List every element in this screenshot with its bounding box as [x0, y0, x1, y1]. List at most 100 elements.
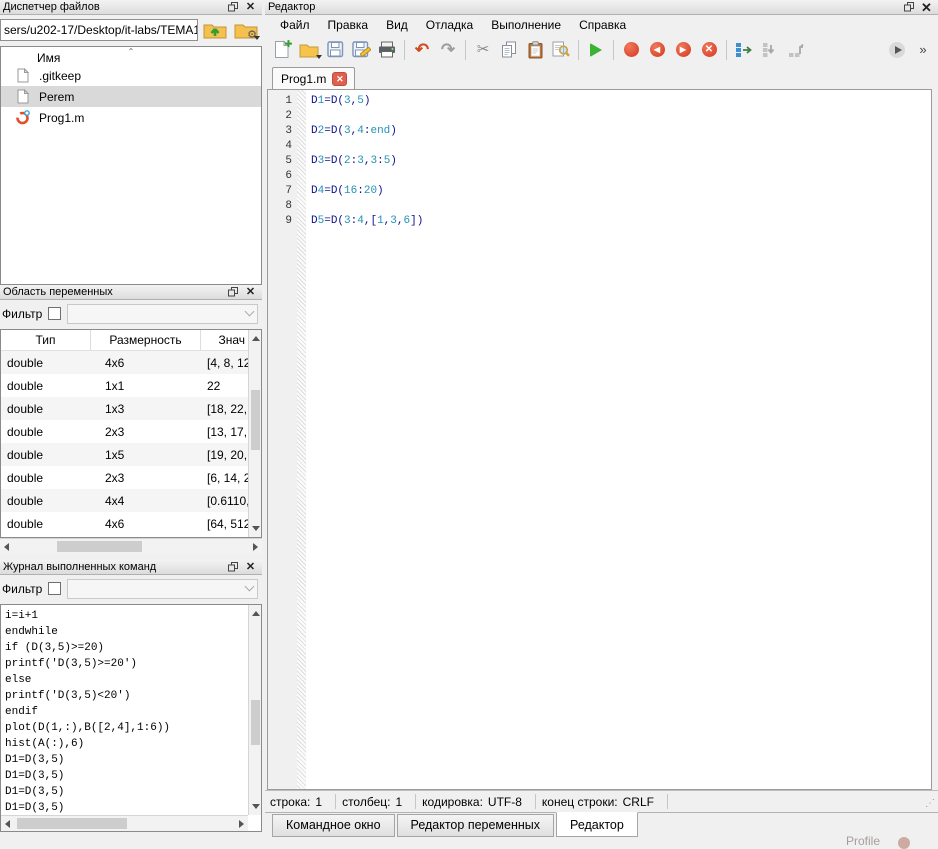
folder-actions-icon[interactable]: ⚙: [232, 17, 260, 43]
history-command[interactable]: D1=D(3,5): [1, 768, 248, 784]
file-row[interactable]: Perem: [1, 86, 261, 107]
undock-icon[interactable]: [225, 286, 242, 299]
history-command[interactable]: D1=D(3,5): [1, 784, 248, 800]
code-line[interactable]: [311, 199, 931, 214]
code-line[interactable]: D2=D(3,4:end): [311, 124, 931, 139]
history-command[interactable]: endif: [1, 704, 248, 720]
undock-icon[interactable]: [225, 1, 242, 14]
path-combobox[interactable]: sers/u202-17/Desktop/it-labs/TEMA1: [0, 19, 198, 41]
history-command[interactable]: i=i+1: [1, 608, 248, 624]
cell: 4x4: [91, 494, 201, 508]
paste-icon[interactable]: [522, 37, 548, 62]
sort-ascending-icon: ⌃: [128, 47, 135, 56]
menu-item[interactable]: Вид: [377, 16, 417, 34]
history-command[interactable]: printf('D(3,5)<20'): [1, 688, 248, 704]
close-icon[interactable]: ✕: [242, 1, 259, 14]
variable-row[interactable]: double1x3[18, 22, 2: [1, 397, 248, 420]
folder-up-icon[interactable]: [201, 17, 229, 43]
history-command[interactable]: D1=D(3,5): [1, 800, 248, 816]
cut-icon[interactable]: ✂: [470, 37, 496, 62]
breakpoint-margin[interactable]: [297, 90, 306, 789]
profiler-icon[interactable]: [898, 837, 910, 849]
history-command[interactable]: D1=D(3,5): [1, 752, 248, 768]
close-icon[interactable]: ✕: [242, 561, 259, 574]
new-script-icon[interactable]: [270, 37, 296, 62]
dock-tab[interactable]: Редактор: [556, 812, 638, 837]
dock-tab[interactable]: Редактор переменных: [397, 814, 555, 837]
variable-row[interactable]: double4x4[0.6110,: [1, 489, 248, 512]
code-line[interactable]: [311, 139, 931, 154]
undo-icon[interactable]: ↶: [409, 37, 435, 62]
find-replace-icon[interactable]: [548, 37, 574, 62]
history-command[interactable]: printf('D(3,5)>=20'): [1, 656, 248, 672]
variables-panel: Область переменных ✕ Фильтр Тип Размерно…: [0, 285, 262, 560]
cell: 1x5: [91, 448, 201, 462]
variable-row[interactable]: double1x5[19, 20, 2: [1, 443, 248, 466]
next-breakpoint-icon[interactable]: ▶: [670, 37, 696, 62]
file-list-header[interactable]: ⌃ Имя: [1, 47, 261, 65]
redo-icon[interactable]: ↷: [435, 37, 461, 62]
save-icon[interactable]: [322, 37, 348, 62]
step-icon[interactable]: [731, 37, 757, 62]
close-icon[interactable]: ✕: [242, 286, 259, 299]
toggle-breakpoint-icon[interactable]: [618, 37, 644, 62]
tab-close-icon[interactable]: ✕: [332, 72, 347, 86]
filter-combobox[interactable]: [67, 304, 258, 324]
dock-tab[interactable]: Командное окно: [272, 814, 395, 837]
history-command[interactable]: hist(A(:),6): [1, 736, 248, 752]
run-icon[interactable]: [583, 37, 609, 62]
history-command[interactable]: if (D(3,5)>=20): [1, 640, 248, 656]
code-line[interactable]: D4=D(16:20): [311, 184, 931, 199]
step-out-icon[interactable]: [783, 37, 809, 62]
variable-row[interactable]: double1x122: [1, 374, 248, 397]
code-line[interactable]: D1=D(3,5): [311, 94, 931, 109]
profile-label[interactable]: Profile: [846, 834, 880, 848]
menu-item[interactable]: Файл: [271, 16, 319, 34]
history-command[interactable]: endwhile: [1, 624, 248, 640]
tab-prog1[interactable]: Prog1.m ✕: [272, 67, 355, 89]
code-line[interactable]: [311, 109, 931, 124]
undock-icon[interactable]: [225, 561, 242, 574]
clear-breakpoints-icon[interactable]: ✕: [696, 37, 722, 62]
filter-checkbox[interactable]: [48, 582, 61, 595]
file-row[interactable]: .gitkeep: [1, 65, 261, 86]
column-dimension[interactable]: Размерность: [91, 330, 201, 350]
filter-combobox[interactable]: [67, 579, 258, 599]
column-value[interactable]: Знач: [201, 330, 248, 350]
menu-item[interactable]: Правка: [319, 16, 378, 34]
variable-row[interactable]: double4x6[64, 512,: [1, 512, 248, 535]
history-command[interactable]: plot(D(1,:),B([2,4],1:6)): [1, 720, 248, 736]
variables-vertical-scrollbar[interactable]: [248, 330, 261, 537]
step-in-icon[interactable]: [757, 37, 783, 62]
menu-item[interactable]: Справка: [570, 16, 635, 34]
code-text[interactable]: D1=D(3,5) D2=D(3,4:end) D3=D(2:3,3:5) D4…: [306, 90, 931, 789]
menu-item[interactable]: Выполнение: [482, 16, 570, 34]
print-icon[interactable]: [374, 37, 400, 62]
resize-grip[interactable]: ⋰: [925, 798, 935, 809]
history-horizontal-scrollbar[interactable]: [1, 815, 248, 831]
undock-icon[interactable]: [901, 1, 918, 14]
continue-icon[interactable]: [884, 37, 910, 62]
code-editor[interactable]: 123456789 D1=D(3,5) D2=D(3,4:end) D3=D(2…: [267, 89, 932, 790]
save-as-icon[interactable]: [348, 37, 374, 62]
cell: [4, 8, 12,: [201, 356, 248, 370]
variable-row[interactable]: double2x3[13, 17, 2: [1, 420, 248, 443]
code-line[interactable]: [311, 169, 931, 184]
code-line[interactable]: D5=D(3:4,[1,3,6]): [311, 214, 931, 229]
variables-horizontal-scrollbar[interactable]: [0, 538, 262, 554]
filter-checkbox[interactable]: [48, 307, 61, 320]
menu-item[interactable]: Отладка: [417, 16, 482, 34]
history-vertical-scrollbar[interactable]: [248, 605, 261, 815]
history-command[interactable]: else: [1, 672, 248, 688]
column-type[interactable]: Тип: [1, 330, 91, 350]
code-line[interactable]: D3=D(2:3,3:5): [311, 154, 931, 169]
close-icon[interactable]: ✕: [918, 1, 935, 14]
open-file-icon[interactable]: [296, 37, 322, 62]
file-row[interactable]: Prog1.m: [1, 107, 261, 128]
variables-table-header[interactable]: Тип Размерность Знач: [1, 330, 248, 351]
copy-icon[interactable]: [496, 37, 522, 62]
variable-row[interactable]: double4x6[4, 8, 12,: [1, 351, 248, 374]
variable-row[interactable]: double2x3[6, 14, 26: [1, 466, 248, 489]
overflow-icon[interactable]: »: [910, 37, 936, 62]
prev-breakpoint-icon[interactable]: ◀: [644, 37, 670, 62]
